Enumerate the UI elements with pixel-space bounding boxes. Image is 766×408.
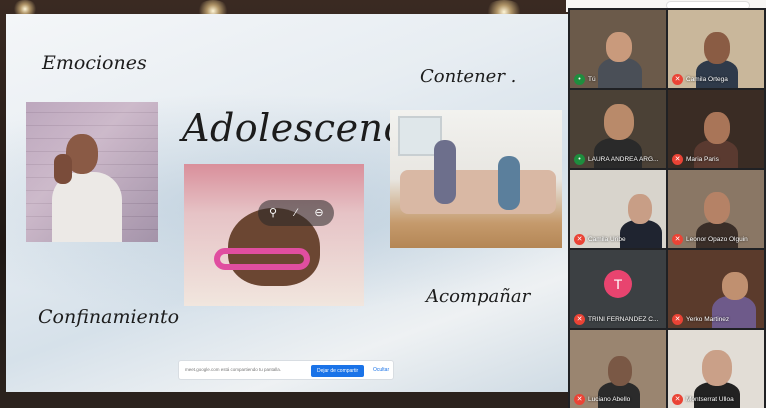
mic-muted-icon: ✕: [672, 314, 683, 325]
pin-icon[interactable]: ⚲: [266, 206, 280, 220]
mic-muted-icon: ✕: [574, 314, 585, 325]
participant-tile[interactable]: ✕ Camila Uribe: [570, 170, 666, 248]
mic-on-icon: •: [574, 74, 585, 85]
participant-name: Camila Ortega: [686, 76, 728, 83]
participant-tile[interactable]: ✕ Leonor Opazo Olguin: [668, 170, 764, 248]
mic-muted-icon: ✕: [672, 74, 683, 85]
image-hover-toolbar[interactable]: ⚲ ⁄ ⊖: [258, 200, 334, 226]
participant-tile[interactable]: ✕ Yerko Martinez: [668, 250, 764, 328]
mic-muted-icon: ✕: [672, 394, 683, 405]
shared-presentation-slide: Emociones Contener . Adolescencia Confin…: [6, 14, 568, 392]
participant-tile[interactable]: • Tú: [570, 10, 666, 88]
slide-word-contener: Contener .: [420, 66, 517, 87]
slide-word-emociones: Emociones: [42, 52, 147, 74]
participant-tile[interactable]: ✕ Camila Ortega: [668, 10, 764, 88]
participant-name: Luciano Abello: [588, 396, 631, 403]
participant-name: Montserrat Ulloa: [686, 396, 734, 403]
participant-tile[interactable]: ✕ Maria Paris: [668, 90, 764, 168]
participant-avatar: T: [604, 270, 632, 298]
participant-name: Camila Uribe: [588, 236, 626, 243]
participant-name: Leonor Opazo Olguin: [686, 236, 748, 243]
slide-word-acompanar: Acompañar: [426, 286, 531, 307]
stop-sharing-button[interactable]: Dejar de compartir: [311, 365, 365, 377]
participant-tile[interactable]: • LAURA ANDREA ARG...: [570, 90, 666, 168]
participant-tile[interactable]: T ✕ TRINI FERNANDEZ C...: [570, 250, 666, 328]
participant-name: Maria Paris: [686, 156, 719, 163]
slide-word-confinamiento: Confinamiento: [38, 306, 180, 328]
mic-muted-icon: ✕: [672, 234, 683, 245]
mic-on-icon: •: [574, 154, 585, 165]
photo-two-people-sofa: [390, 110, 562, 248]
share-message: meet.google.com está compartiendo tu pan…: [185, 367, 282, 372]
participant-gallery: • Tú ✕ Camila Ortega • LAURA ANDREA ARG.…: [568, 8, 766, 408]
participant-name: TRINI FERNANDEZ C...: [588, 316, 659, 323]
mic-muted-icon: ✕: [672, 154, 683, 165]
participant-tile[interactable]: ✕ Montserrat Ulloa: [668, 330, 764, 408]
photo-teen-girl-headphones: ⚲ ⁄ ⊖: [184, 164, 364, 306]
mic-muted-icon: ✕: [574, 234, 585, 245]
photo-teen-boy: [26, 102, 158, 242]
participant-name: Yerko Martinez: [686, 316, 730, 323]
participant-tile[interactable]: ✕ Luciano Abello: [570, 330, 666, 408]
mute-icon[interactable]: ⁄: [289, 206, 303, 220]
hide-button[interactable]: Ocultar: [373, 367, 389, 373]
screen-share-notification: meet.google.com está compartiendo tu pan…: [178, 360, 394, 380]
participant-name: Tú: [588, 76, 596, 83]
mic-muted-icon: ✕: [574, 394, 585, 405]
remove-icon[interactable]: ⊖: [312, 206, 326, 220]
participant-name: LAURA ANDREA ARG...: [588, 156, 659, 163]
